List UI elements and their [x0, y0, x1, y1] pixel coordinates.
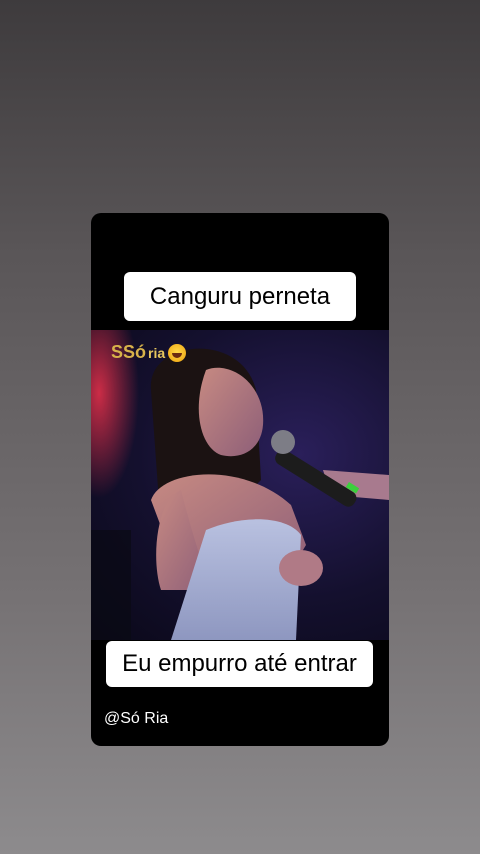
- logo-small-text: ria: [148, 344, 166, 361]
- stage-equipment: [91, 530, 131, 640]
- laughing-emoji-icon: [168, 343, 187, 362]
- caption-top-text: Canguru perneta: [149, 282, 331, 310]
- logo-main-text: SSó: [111, 342, 147, 362]
- caption-bottom: Eu empurro até entrar: [106, 641, 373, 687]
- face-shape: [198, 367, 264, 457]
- account-handle[interactable]: @Só Ria: [104, 710, 168, 728]
- microphone-icon: [271, 430, 360, 507]
- caption-top: Canguru perneta: [124, 272, 356, 321]
- hands-shape: [279, 550, 323, 586]
- story-card[interactable]: Canguru perneta SSó ria Eu empurro até e…: [91, 213, 389, 746]
- video-frame[interactable]: SSó ria: [91, 330, 389, 640]
- channel-logo: SSó ria: [111, 342, 187, 363]
- video-scene: [91, 330, 389, 640]
- caption-bottom-text: Eu empurro até entrar: [122, 650, 357, 677]
